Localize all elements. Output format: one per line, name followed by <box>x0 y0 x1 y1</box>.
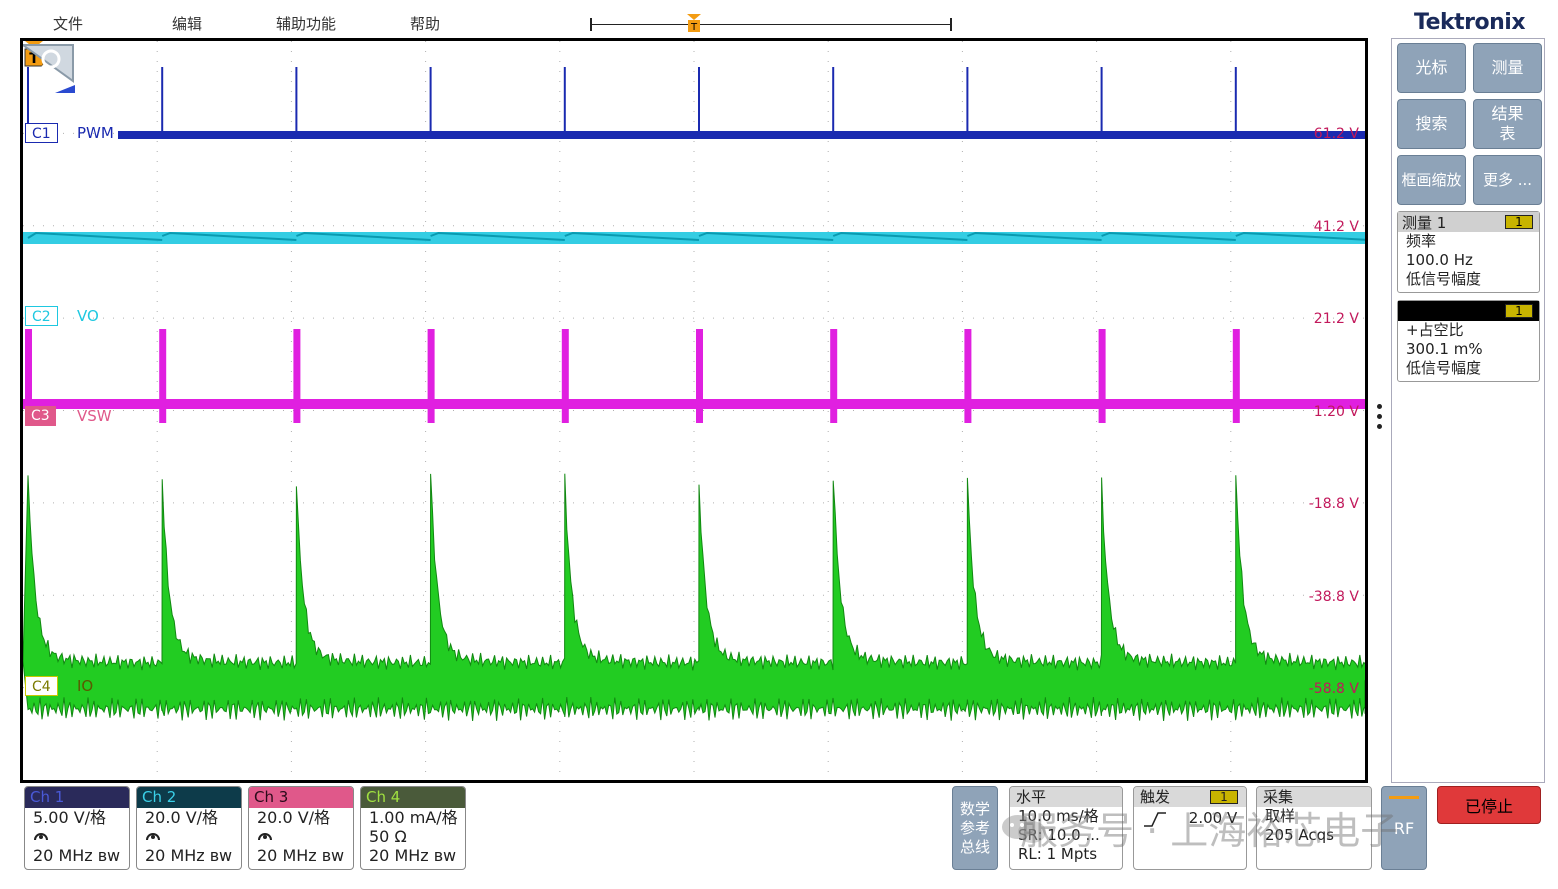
timeline-bar <box>590 24 952 25</box>
measurement-1-title: 测量 1 <box>1402 214 1447 232</box>
brand-logo: Tektronix <box>1414 10 1526 35</box>
measurement-2-value: 300.1 m% <box>1406 340 1483 358</box>
channel-2-scale: 20.0 V/格 <box>145 808 219 827</box>
search-button[interactable]: 搜索 <box>1397 99 1466 149</box>
scale-label: -58.8 V <box>1308 681 1359 697</box>
math-label: 数学 <box>959 799 990 818</box>
scale-label: 21.2 V <box>1313 311 1359 327</box>
channel-4-header: Ch 4 <box>361 787 465 808</box>
probe-icon <box>137 827 241 846</box>
measurement-2-name: +占空比 <box>1406 321 1464 339</box>
probe-icon <box>249 827 353 846</box>
scale-label: 61.2 V <box>1313 126 1359 142</box>
channel-name-c2: VO <box>77 307 99 325</box>
channel-tag-c2[interactable]: C2 <box>25 306 58 326</box>
measurement-1-status: 低信号幅度 <box>1406 270 1482 288</box>
waveform-canvas <box>23 41 1365 780</box>
menu-bar: 文件 编辑 辅助功能 帮助 T <box>0 0 1380 38</box>
math-ref-bus-button[interactable]: 数学 参考 总线 <box>952 786 998 870</box>
ref-label: 参考 <box>959 818 990 837</box>
run-stop-button[interactable]: 已停止 <box>1437 786 1541 824</box>
menu-help[interactable]: 帮助 <box>410 13 440 34</box>
channel-3-bandwidth: 20 MHz ʙw <box>257 846 345 865</box>
channel-4-impedance: 50 Ω <box>369 827 407 846</box>
timeline-start-cap <box>590 18 592 31</box>
measurement-1-value: 100.0 Hz <box>1406 251 1473 269</box>
waveform-c3-pulse <box>696 329 703 423</box>
measurement-2-badge[interactable]: 1 +占空比 300.1 m% 低信号幅度 <box>1397 300 1540 382</box>
waveform-display[interactable]: T C1 PWM C2 VO C3 VSW C4 IO 61.2 V 41.2 … <box>20 38 1368 783</box>
zoom-magnifier-icon[interactable] <box>23 41 79 97</box>
results-table-button[interactable]: 结果 表 <box>1473 99 1542 149</box>
timeline-trigger-icon: T <box>687 14 701 33</box>
channel-1-scale: 5.00 V/格 <box>33 808 107 827</box>
bus-label: 总线 <box>959 837 990 856</box>
zoom-draw-button[interactable]: 框画缩放 <box>1397 155 1466 205</box>
channel-tag-c3[interactable]: C3 <box>25 406 56 426</box>
channel-4-scale: 1.00 mA/格 <box>369 808 458 827</box>
measurement-1-badge[interactable]: 测量 1 1 频率 100.0 Hz 低信号幅度 <box>1397 211 1540 293</box>
waveform-c3-pulse <box>293 329 301 423</box>
measure-button[interactable]: 测量 <box>1473 43 1542 93</box>
waveform-c3-baseline <box>23 399 1365 409</box>
results-label-line2: 表 <box>1499 124 1516 143</box>
source-badge: 1 <box>1505 304 1533 318</box>
record-timeline[interactable]: T <box>590 14 952 34</box>
channel-2-header: Ch 2 <box>137 787 241 808</box>
panel-resize-handle[interactable] <box>1377 404 1383 432</box>
cursor-button[interactable]: 光标 <box>1397 43 1466 93</box>
scale-label: 41.2 V <box>1313 219 1359 235</box>
measurement-1-name: 频率 <box>1406 232 1437 250</box>
probe-icon <box>25 827 129 846</box>
channel-1-badge[interactable]: Ch 1 5.00 V/格 20 MHz ʙw <box>24 786 130 870</box>
waveform-c3-pulse <box>1232 329 1240 423</box>
menu-edit[interactable]: 编辑 <box>172 13 202 34</box>
measurement-2-status: 低信号幅度 <box>1406 359 1482 377</box>
channel-2-bandwidth: 20 MHz ʙw <box>145 846 233 865</box>
waveform-c3-pulse <box>964 329 972 423</box>
results-label-line1: 结果 <box>1491 104 1524 123</box>
waveform-c3-pulse <box>159 329 167 423</box>
channel-tag-c1[interactable]: C1 <box>25 123 58 143</box>
channel-4-bandwidth: 20 MHz ʙw <box>369 846 457 865</box>
waveform-c4-trace <box>23 473 1365 721</box>
channel-name-c3: VSW <box>77 407 112 425</box>
scale-label: -38.8 V <box>1308 589 1359 605</box>
rf-indicator <box>1389 796 1419 799</box>
waveform-c2-band <box>23 232 1365 244</box>
menu-file[interactable]: 文件 <box>53 13 83 34</box>
stopped-label: 已停止 <box>1464 797 1513 816</box>
channel-name-c1: PWM <box>77 124 114 142</box>
channel-1-header: Ch 1 <box>25 787 129 808</box>
channel-tag-c4[interactable]: C4 <box>25 676 58 696</box>
waveform-c3-pulse <box>1098 329 1106 423</box>
waveform-c3-pulse <box>830 329 838 423</box>
more-button[interactable]: 更多 ... <box>1473 155 1542 205</box>
scale-label: -18.8 V <box>1308 496 1359 512</box>
scale-label: 1.20 V <box>1313 404 1359 420</box>
channel-3-scale: 20.0 V/格 <box>257 808 331 827</box>
waveform-c3-pulse <box>427 329 435 423</box>
channel-2-badge[interactable]: Ch 2 20.0 V/格 20 MHz ʙw <box>136 786 242 870</box>
source-badge: 1 <box>1505 215 1533 229</box>
side-panel: 光标 测量 搜索 结果 表 框画缩放 更多 ... 测量 1 1 频率 100.… <box>1391 38 1545 783</box>
channel-3-badge[interactable]: Ch 3 20.0 V/格 20 MHz ʙw <box>248 786 354 870</box>
waveform-c1-baseline <box>118 131 1365 139</box>
timeline-end-cap <box>950 18 952 31</box>
waveform-c3-pulse <box>561 329 569 423</box>
measurement-1-header: 测量 1 1 <box>1398 212 1539 232</box>
measurement-2-header: 1 <box>1398 301 1539 321</box>
channel-name-c4: IO <box>77 677 94 695</box>
channel-3-header: Ch 3 <box>249 787 353 808</box>
watermark-text: 服务号 · 上海裕芯电子 <box>1020 809 1399 853</box>
channel-1-bandwidth: 20 MHz ʙw <box>33 846 121 865</box>
svg-text:T: T <box>690 22 698 33</box>
channel-4-badge[interactable]: Ch 4 1.00 mA/格 50 Ω 20 MHz ʙw <box>360 786 466 870</box>
menu-utility[interactable]: 辅助功能 <box>276 13 336 34</box>
